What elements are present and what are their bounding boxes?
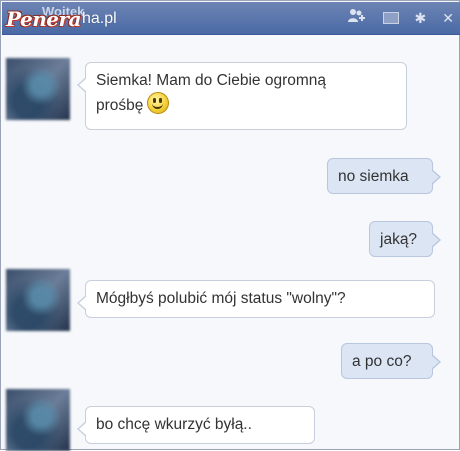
message-text: a po co?: [352, 353, 412, 370]
message-bubble-incoming: Mógłbyś polubić mój status "wolny"?: [77, 280, 435, 318]
message-text: bo chcę wkurzyć byłą..: [96, 416, 252, 433]
avatar[interactable]: [6, 58, 70, 120]
avatar[interactable]: [6, 269, 70, 331]
close-icon[interactable]: ✕: [442, 9, 454, 27]
add-friend-icon[interactable]: [347, 8, 367, 28]
message-bubble-outgoing: a po co?: [341, 343, 441, 379]
chat-window: Wojtek Penera ha.pl ✱ ✕ Siemka! Mam do C…: [0, 0, 460, 451]
message-text: no siemka: [338, 168, 409, 185]
message-text: Siemka! Mam do Ciebie ogromną: [96, 72, 327, 89]
chat-header: Wojtek Penera ha.pl ✱ ✕: [2, 2, 460, 35]
gear-icon[interactable]: ✱: [415, 9, 427, 27]
message-bubble-outgoing: no siemka: [327, 158, 441, 194]
video-icon[interactable]: [382, 12, 399, 24]
message-text: jaką?: [380, 231, 418, 248]
avatar[interactable]: [6, 389, 70, 451]
watermark-logo: Penera ha.pl: [6, 6, 117, 32]
header-icons: ✱ ✕: [347, 8, 454, 28]
message-bubble-incoming: Siemka! Mam do Ciebie ogromną prośbę: [77, 62, 407, 130]
smiley-icon: [147, 92, 170, 114]
message-bubble-incoming: bo chcę wkurzyć byłą..: [77, 406, 315, 444]
message-text: Mógłbyś polubić mój status "wolny"?: [96, 290, 346, 307]
message-bubble-outgoing: jaką?: [369, 221, 441, 257]
watermark-domain: ha.pl: [82, 10, 117, 27]
watermark-brand: Penera: [6, 7, 82, 31]
message-text: prośbę: [96, 97, 144, 114]
